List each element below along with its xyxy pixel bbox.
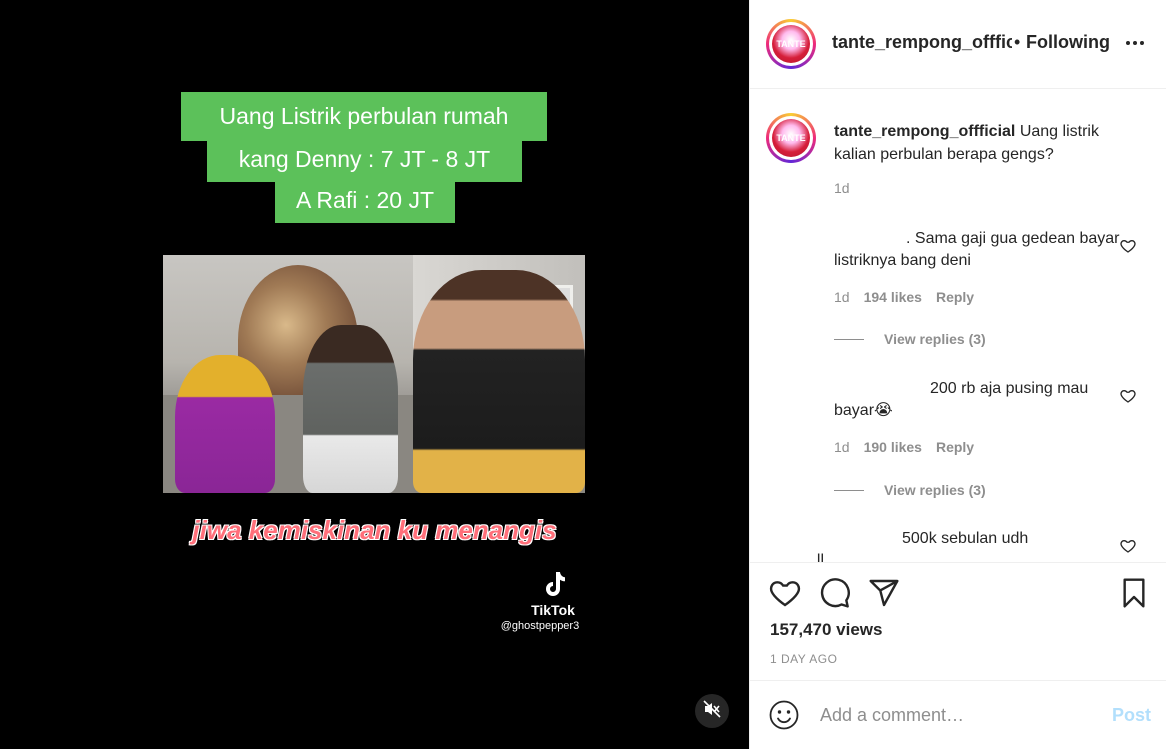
- tiktok-watermark-name: TikTok: [531, 602, 575, 618]
- tiktok-watermark-user: @ghostpepper3: [500, 620, 580, 632]
- comment-text-partial: ... ... ...ll ...: [768, 552, 842, 562]
- comment-input[interactable]: [820, 701, 1090, 729]
- divider: [834, 338, 864, 340]
- post-actions: 157,470 views 1 DAY AGO: [750, 562, 1166, 680]
- comment-bubble-icon[interactable]: [819, 577, 851, 609]
- video-caption-line-3: A Rafi : 20 JT: [275, 178, 455, 223]
- view-replies-label: View replies (3): [884, 331, 986, 347]
- post-caption: tante_rempong_offficial Uang listrik kal…: [834, 120, 1134, 166]
- comment-meta: 1d 194 likes Reply: [834, 289, 988, 305]
- views-count[interactable]: 157,470 views: [770, 620, 882, 640]
- avatar[interactable]: TANTE: [766, 113, 816, 163]
- view-replies-button[interactable]: View replies (3): [834, 331, 986, 347]
- reply-button[interactable]: Reply: [936, 439, 974, 455]
- save-bookmark-icon[interactable]: [1118, 577, 1150, 609]
- scene-person-left: [175, 355, 275, 493]
- caption-time: 1d: [834, 180, 850, 196]
- add-comment-bar: Post: [750, 680, 1166, 749]
- post-date[interactable]: 1 DAY AGO: [770, 652, 837, 666]
- video-caption-line-1: Uang Listrik perbulan rumah: [181, 92, 547, 141]
- video-player[interactable]: Uang Listrik perbulan rumah kang Denny :…: [0, 0, 749, 749]
- like-heart-icon[interactable]: [769, 577, 801, 609]
- post-side-panel: TANTE tante_rempong_offficial • Followin…: [749, 0, 1166, 749]
- video-caption-line-2: kang Denny : 7 JT - 8 JT: [207, 136, 522, 182]
- scene-person-middle: [303, 325, 398, 493]
- comments-list[interactable]: TANTE tante_rempong_offficial Uang listr…: [750, 90, 1166, 562]
- scene-person-right: [413, 270, 585, 493]
- post-header: TANTE tante_rempong_offficial • Followin…: [750, 0, 1166, 89]
- video-scene: [163, 255, 585, 493]
- header-username[interactable]: tante_rempong_offficial: [832, 32, 1012, 53]
- divider: [834, 489, 864, 491]
- instagram-post-modal: Uang Listrik perbulan rumah kang Denny :…: [0, 0, 1166, 749]
- view-replies-label: View replies (3): [884, 482, 986, 498]
- avatar[interactable]: TANTE: [766, 19, 816, 69]
- comment-likes[interactable]: 190 likes: [864, 439, 922, 455]
- following-button[interactable]: Following: [1026, 32, 1110, 53]
- more-options-icon[interactable]: [1125, 26, 1145, 52]
- view-replies-button[interactable]: View replies (3): [834, 482, 986, 498]
- header-separator: •: [1014, 32, 1021, 52]
- like-comment-icon[interactable]: [1120, 388, 1136, 404]
- video-subtitle: jiwa kemiskinan ku menangis: [192, 515, 557, 545]
- comment-meta: 1d 190 likes Reply: [834, 439, 988, 455]
- speaker-muted-icon: [703, 699, 721, 723]
- tiktok-logo-icon: [538, 568, 570, 600]
- comment-text: 200 rb aja pusing mau bayar😭: [834, 380, 1089, 419]
- mute-button[interactable]: [695, 694, 729, 728]
- post-comment-button[interactable]: Post: [1112, 705, 1151, 726]
- caption-username[interactable]: tante_rempong_offficial: [834, 123, 1015, 140]
- reply-button[interactable]: Reply: [936, 289, 974, 305]
- emoji-smile-icon[interactable]: [768, 699, 800, 731]
- like-comment-icon[interactable]: [1120, 238, 1136, 254]
- comment-likes[interactable]: 194 likes: [864, 289, 922, 305]
- comment-time: 1d: [834, 439, 850, 455]
- comment-time: 1d: [834, 289, 850, 305]
- like-comment-icon[interactable]: [1120, 538, 1136, 554]
- share-send-icon[interactable]: [868, 577, 900, 609]
- comment-text: 500k sebulan udh: [902, 530, 1029, 547]
- comment-text: . Sama gaji gua gedean bayar listriknya …: [834, 230, 1120, 269]
